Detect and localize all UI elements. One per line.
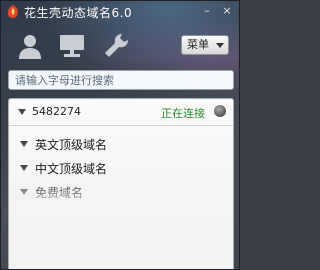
app-logo-icon [5, 4, 21, 20]
window-title: 花生壳动态域名6.0 [24, 6, 133, 20]
search-input[interactable] [8, 70, 234, 90]
account-row[interactable]: 5482274 正在连接 [9, 99, 233, 126]
monitor-icon[interactable] [57, 31, 87, 61]
wrench-icon[interactable] [101, 31, 131, 61]
menu-button[interactable]: 菜单 [181, 35, 229, 55]
chevron-down-icon[interactable] [20, 189, 28, 195]
chevron-down-icon[interactable] [20, 165, 28, 171]
chevron-down-icon [216, 43, 224, 48]
domain-group-chinese[interactable]: 中文顶级域名 [9, 157, 233, 179]
minimize-button[interactable]: – [199, 4, 215, 18]
connection-status: 正在连接 [161, 107, 205, 120]
app-window: 花生壳动态域名6.0 – × 菜单 5482274 正在连接 [0, 0, 240, 270]
menu-button-label: 菜单 [187, 38, 209, 51]
status-indicator-icon [214, 105, 226, 117]
domain-list-panel: 5482274 正在连接 英文顶级域名 中文顶级域名 免费域名 [8, 98, 234, 269]
group-label: 英文顶级域名 [35, 138, 108, 152]
chevron-down-icon[interactable] [18, 109, 26, 115]
account-id: 5482274 [32, 105, 81, 118]
title-bar[interactable]: 花生壳动态域名6.0 – × [1, 1, 239, 23]
group-label: 免费域名 [35, 186, 84, 200]
domain-group-english[interactable]: 英文顶级域名 [9, 133, 233, 155]
user-icon[interactable] [15, 31, 45, 61]
group-label: 中文顶级域名 [35, 162, 108, 176]
chevron-down-icon[interactable] [20, 141, 28, 147]
close-button[interactable]: × [219, 4, 235, 18]
domain-group-free[interactable]: 免费域名 [9, 181, 233, 203]
